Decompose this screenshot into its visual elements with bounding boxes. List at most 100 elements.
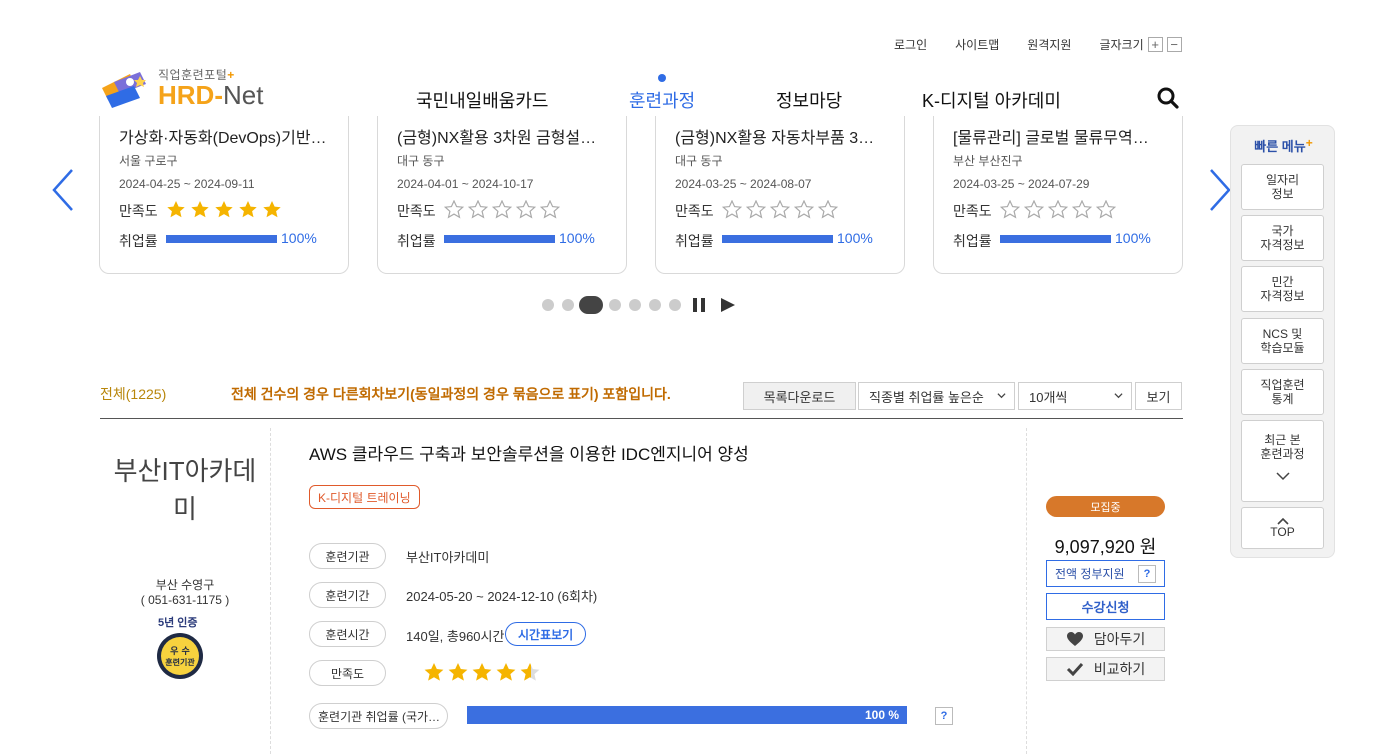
star-outline-icon [515,200,537,219]
gov-support-button[interactable]: 전액 정부지원 ? [1046,560,1165,587]
star-icon [263,201,281,218]
quick-menu-private-cert[interactable]: 민간 자격정보 [1241,266,1324,312]
total-count: 전체(1225) [100,386,167,402]
star-outline-icon [793,200,815,219]
help-icon[interactable]: ? [935,707,953,725]
logo-title: HRD-Net [158,80,264,110]
course-card[interactable]: (금형)NX활용 3차원 금형설… 대구 동구 2024-04-01 ~ 202… [377,116,627,274]
column-divider [1026,428,1027,754]
card-satisfaction-label: 만족도 [397,203,436,219]
star-rating [167,201,281,218]
star-icon [424,663,444,681]
quick-menu-recent[interactable]: 최근 본 훈련과정 [1241,420,1324,502]
card-satisfaction-label: 만족도 [675,203,714,219]
per-page-select[interactable]: 10개씩 [1018,382,1132,410]
star-icon [239,201,257,218]
search-icon[interactable] [1157,87,1179,109]
login-link[interactable]: 로그인 [894,36,927,53]
card-title[interactable]: (금형)NX활용 3차원 금형설… [397,124,612,148]
apply-button[interactable]: 수강신청 [1046,593,1165,620]
chevron-down-icon[interactable] [1275,471,1290,481]
star-half-icon [520,663,540,681]
sitemap-link[interactable]: 사이트맵 [955,36,999,53]
nav-item-training[interactable]: 훈련과정 [629,87,695,113]
page-dot [629,299,641,311]
card-employment-label: 취업률 [675,233,714,249]
card-dates: 2024-03-25 ~ 2024-08-07 [675,177,812,191]
chevron-up-icon [1276,517,1289,525]
card-location: 대구 동구 [397,154,445,168]
label-employment[interactable]: 훈련기관 취업률 (국가… [309,703,448,729]
timetable-button[interactable]: 시간표보기 [505,622,587,646]
download-list-button[interactable]: 목록다운로드 [743,382,856,410]
carousel-pagination [542,296,735,314]
card-location: 부산 부산진구 [953,154,1023,168]
course-card[interactable]: [물류관리] 글로벌 물류무역… 부산 부산진구 2024-03-25 ~ 20… [933,116,1183,274]
compare-label: 비교하기 [1093,661,1146,677]
remote-support-link[interactable]: 원격지원 [1027,36,1071,53]
card-title[interactable]: 가상화·자동화(DevOps)기반… [119,124,334,148]
logo[interactable]: 직업훈련포털+ HRD-Net [100,66,290,110]
course-card[interactable]: 가상화·자동화(DevOps)기반… 서울 구로구 2024-04-25 ~ 2… [99,116,349,274]
page-dot [542,299,554,311]
pause-icon [693,298,705,312]
card-employment-label: 취업률 [953,233,992,249]
card-title[interactable]: [물류관리] 글로벌 물류무역… [953,124,1168,148]
employment-bar [444,235,555,243]
employment-bar [166,235,277,243]
institution-name[interactable]: 부산IT아카데미 [110,452,260,528]
star-outline-icon [1095,200,1117,219]
period-value: 2024-05-20 ~ 2024-12-10 (6회차) [406,589,598,604]
star-outline-icon [745,200,767,219]
utility-bar: 로그인 사이트맵 원격지원 글자크기 + − [894,36,1182,53]
nav-item-card[interactable]: 국민내일배움카드 [416,87,548,113]
help-icon[interactable]: ? [1138,565,1156,583]
chevron-down-icon [1114,393,1123,399]
carousel-prev-icon[interactable] [50,168,76,212]
badge-bottom-text: 훈련기관 [165,657,195,667]
star-outline-icon [1000,200,1021,219]
font-decrease-button[interactable]: − [1166,37,1182,52]
quick-menu-stats[interactable]: 직업훈련 통계 [1241,369,1324,415]
card-satisfaction-label: 만족도 [953,203,992,219]
quick-menu-ncs[interactable]: NCS 및 학습모듈 [1241,318,1324,364]
wishlist-button[interactable]: 담아두기 [1046,627,1165,651]
top-label: TOP [1270,525,1295,539]
active-nav-dot [658,74,666,82]
star-rating [444,200,561,219]
star-outline-icon [467,200,489,219]
per-page-value: 10개씩 [1029,389,1068,405]
card-satisfaction-label: 만족도 [119,203,158,219]
employment-rate: 100 % [864,708,899,722]
employment-rate: 100% [281,230,317,246]
top-button[interactable]: TOP [1241,507,1324,549]
font-increase-button[interactable]: + [1147,37,1163,52]
gov-support-label: 전액 정부지원 [1055,567,1125,581]
course-price: 9,097,920 원 [1054,537,1157,557]
list-notice: 전체 건수의 경우 다른회차보기(동일과정의 경우 묶음으로 표기) 포함입니다… [231,386,671,402]
star-rating [1000,200,1117,219]
quick-menu-jobs[interactable]: 일자리 정보 [1241,164,1324,210]
employment-rate: 100% [559,230,595,246]
course-star-rating [424,663,540,681]
quick-menu-national-cert[interactable]: 국가 자격정보 [1241,215,1324,261]
star-icon [472,663,492,681]
course-tag: K-디지털 트레이닝 [309,485,420,509]
nav-item-k-digital[interactable]: K-디지털 아카데미 [922,87,1061,113]
card-employment-label: 취업률 [119,233,158,249]
star-icon [496,663,516,681]
course-title[interactable]: AWS 클라우드 구축과 보안솔루션을 이용한 IDC엔지니어 양성 [309,440,749,465]
compare-button[interactable]: 비교하기 [1046,657,1165,681]
nav-item-info[interactable]: 정보마당 [776,87,842,113]
star-outline-icon [491,200,513,219]
view-button[interactable]: 보기 [1135,382,1182,410]
card-title[interactable]: (금형)NX활용 자동차부품 3… [675,124,890,148]
card-employment-label: 취업률 [397,233,436,249]
card-location: 서울 구로구 [119,154,178,168]
sort-select[interactable]: 직종별 취업률 높은순 [858,382,1015,410]
star-icon [448,663,468,681]
employment-rate: 100% [837,230,873,246]
course-card[interactable]: (금형)NX활용 자동차부품 3… 대구 동구 2024-03-25 ~ 202… [655,116,905,274]
employment-bar [722,235,833,243]
badge-top-text: 우 수 [170,646,190,657]
